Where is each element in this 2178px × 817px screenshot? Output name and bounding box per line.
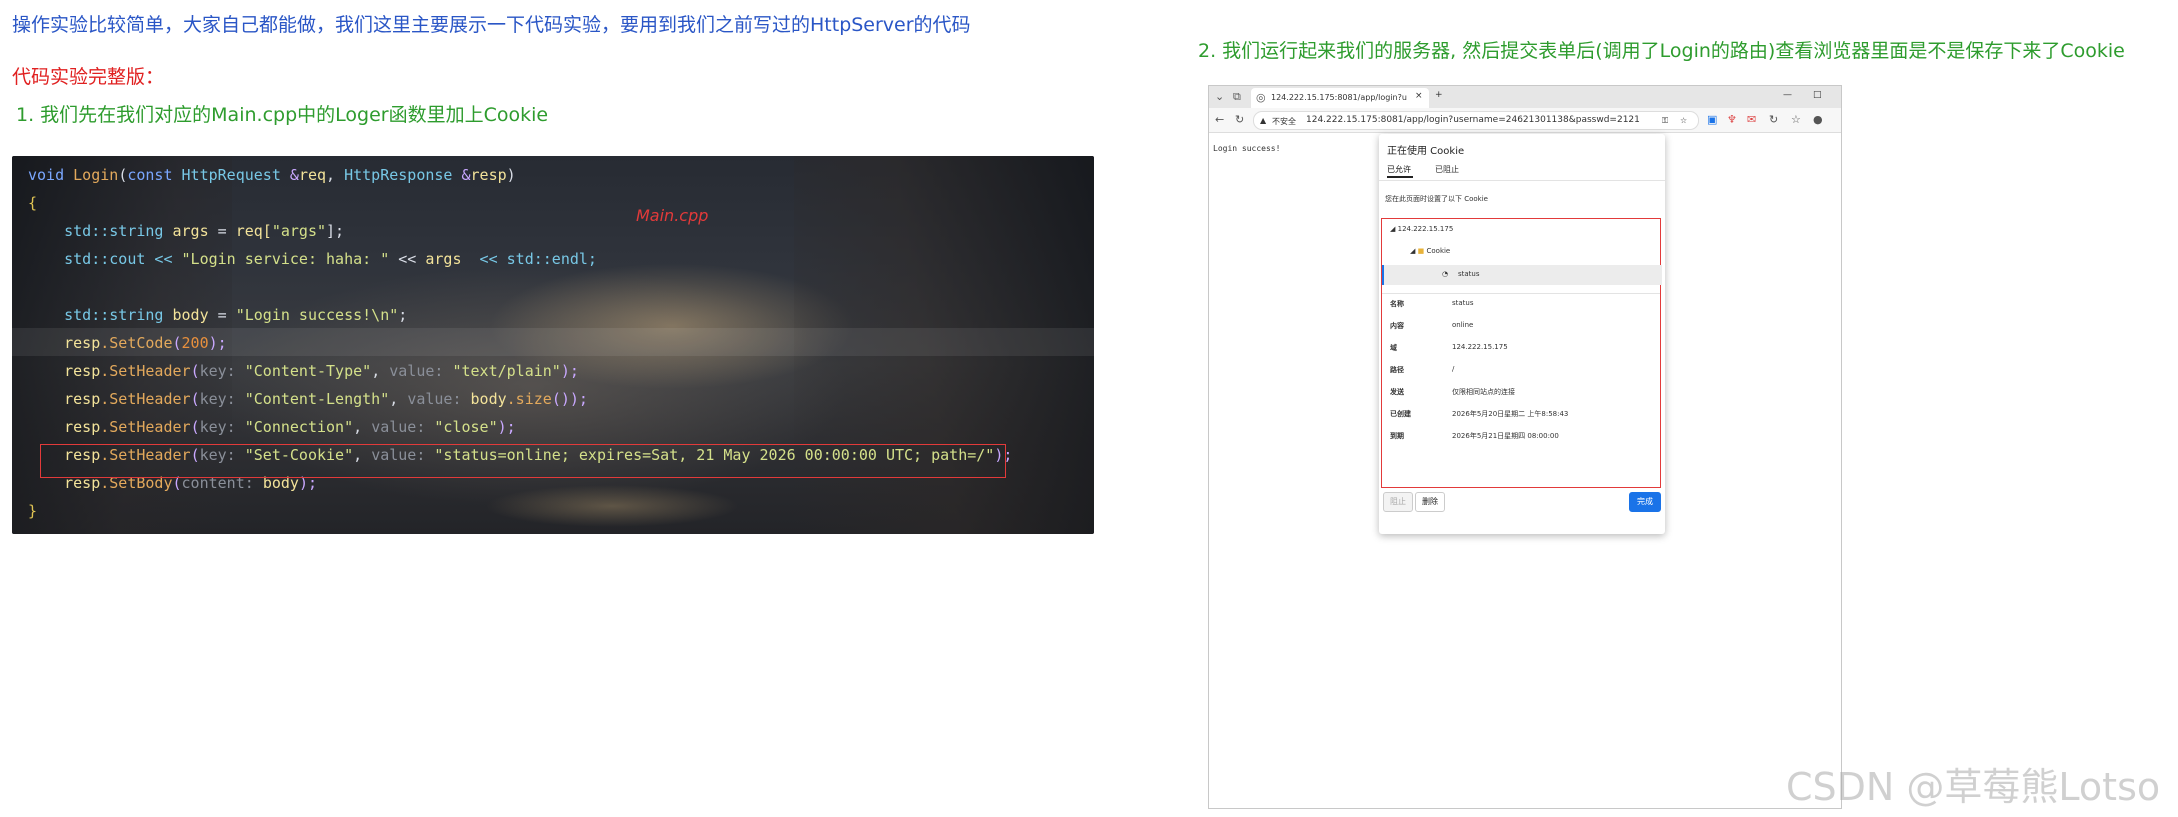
tab-bar: ⌄ ⧉ ◎ 124.222.15.175:8081/app/login?u × … [1209, 86, 1841, 108]
cookie-detail-row: 域 124.222.15.175 [1390, 343, 1652, 359]
cookie-detail-row: 名称 status [1390, 299, 1652, 315]
delete-button[interactable]: 删除 [1415, 492, 1445, 512]
tree-host[interactable]: ◢ 124.222.15.175 [1390, 225, 1453, 233]
tab-actions-icon[interactable]: ⧉ [1233, 91, 1241, 102]
cookie-detail-value: 2026年5月21日星期四 08:00:00 [1452, 432, 1559, 440]
extension3-icon[interactable]: ✉ [1747, 114, 1756, 125]
set-cookie-highlight-box [40, 444, 1006, 478]
cookie-detail-value: status [1452, 299, 1474, 307]
globe-icon: ◎ [1256, 91, 1266, 104]
extension-icon[interactable]: ▣ [1707, 114, 1717, 125]
key-icon[interactable]: ⚿ [1662, 116, 1668, 126]
section-title: 代码实验完整版： [12, 66, 165, 88]
browser-window: ⌄ ⧉ ◎ 124.222.15.175:8081/app/login?u × … [1208, 85, 1842, 809]
step1-text: 1. 我们先在我们对应的Main.cpp中的Loger函数里加上Cookie [16, 104, 549, 126]
tab-close-icon[interactable]: × [1415, 91, 1423, 101]
cookie-detail-value: 2026年5月20日星期二 上午8:58:43 [1452, 410, 1569, 418]
cookie-detail-row: 已创建 2026年5月20日星期二 上午8:58:43 [1390, 409, 1652, 425]
cookie-detail-row: 内容 online [1390, 321, 1652, 337]
popup-description: 您在此页面时设置了以下 Cookie [1385, 195, 1488, 203]
new-tab-button[interactable]: + [1435, 90, 1443, 100]
cookie-icon: ◔ [1442, 270, 1449, 278]
address-bar[interactable]: ▲ 不安全 124.222.15.175:8081/app/login?user… [1253, 111, 1699, 130]
cookie-tree-highlight-box: ◢ 124.222.15.175 ◢ ■ Cookie ◔ status 名称 s… [1381, 218, 1662, 488]
star-icon[interactable]: ☆ [1680, 116, 1687, 125]
tab-list-icon[interactable]: ⌄ [1215, 91, 1224, 102]
tree-folder[interactable]: ◢ ■ Cookie [1410, 247, 1450, 255]
intro-text: 操作实验比较简单，大家自己都能做，我们这里主要展示一下代码实验，要用到我们之前写… [12, 14, 971, 36]
address-toolbar: ← ↻ ▲ 不安全 124.222.15.175:8081/app/login?… [1209, 108, 1841, 133]
code-line-1: void Login(const HttpRequest &req, HttpR… [28, 166, 516, 184]
folder-icon: ■ [1417, 247, 1425, 255]
tab-allowed-underline [1387, 176, 1413, 178]
block-button[interactable]: 阻止 [1383, 492, 1413, 512]
extension2-icon[interactable]: ♆ [1727, 114, 1737, 125]
back-icon[interactable]: ← [1215, 114, 1224, 125]
code-line-10: resp.SetHeader(key: "Connection", value:… [64, 418, 516, 436]
step2-text: 2. 我们运行起来我们的服务器, 然后提交表单后(调用了Login的路由)查看浏… [1198, 40, 2125, 62]
sync-icon[interactable]: ↻ [1769, 114, 1778, 125]
popup-title: 正在使用 Cookie [1387, 146, 1465, 157]
tab-allowed[interactable]: 已允许 [1387, 164, 1411, 175]
csdn-watermark: CSDN @草莓熊Lotso [1786, 765, 2161, 809]
cookie-detail-row: 路径 / [1390, 365, 1652, 381]
cookie-popup: 正在使用 Cookie 已允许 已阻止 您在此页面时设置了以下 Cookie ◢… [1379, 134, 1665, 534]
cookie-detail-key: 域 [1390, 344, 1397, 352]
tab-blocked[interactable]: 已阻止 [1435, 164, 1459, 175]
code-line-13: } [28, 502, 38, 520]
cookie-detail-key: 发送 [1390, 388, 1404, 396]
tab-title: 124.222.15.175:8081/app/login?u [1271, 93, 1407, 102]
page-content-text: Login success! [1213, 144, 1281, 153]
cookie-detail-key: 名称 [1390, 300, 1404, 308]
cookie-detail-row: 发送 仅限相同站点的连接 [1390, 387, 1652, 403]
refresh-icon[interactable]: ↻ [1235, 114, 1244, 125]
cookie-detail-key: 路径 [1390, 366, 1404, 374]
code-line-4: std::cout << "Login service: haha: " << … [28, 250, 597, 268]
code-line-3: std::string args = req["args"]; [28, 222, 345, 240]
favorites-icon[interactable]: ☆ [1791, 114, 1801, 125]
code-line-7: resp.SetCode(200); [64, 334, 227, 352]
cookie-detail-row: 到期 2026年5月21日星期四 08:00:00 [1390, 431, 1652, 447]
cookie-detail-value: online [1452, 321, 1474, 329]
cookie-detail-value: 仅限相同站点的连接 [1452, 388, 1515, 396]
tree-item-status[interactable]: ◔ status [1382, 265, 1662, 285]
cookie-detail-value: 124.222.15.175 [1452, 343, 1508, 351]
code-line-8: resp.SetHeader(key: "Content-Type", valu… [64, 362, 579, 380]
cookie-detail-key: 到期 [1390, 432, 1404, 440]
done-button[interactable]: 完成 [1629, 492, 1661, 512]
avatar[interactable]: ● [1813, 114, 1823, 125]
cookie-detail-key: 内容 [1390, 322, 1404, 330]
main-cpp-annotation: Main.cpp [636, 206, 709, 225]
expand-triangle-icon: ◢ [1410, 247, 1416, 255]
cookie-detail-key: 已创建 [1390, 410, 1411, 418]
code-line-2: { [28, 194, 38, 212]
code-line-9: resp.SetHeader(key: "Content-Length", va… [64, 390, 588, 408]
active-tab[interactable]: ◎ 124.222.15.175:8081/app/login?u × [1251, 88, 1429, 108]
code-line-6: std::string body = "Login success!\n"; [28, 306, 408, 324]
expand-triangle-icon: ◢ [1390, 225, 1396, 233]
minimize-button[interactable]: — [1783, 90, 1792, 100]
warning-icon: ▲ [1260, 116, 1267, 125]
maximize-button[interactable]: □ [1813, 90, 1822, 100]
insecure-label: 不安全 [1272, 117, 1296, 126]
url-text: 124.222.15.175:8081/app/login?username=2… [1306, 115, 1640, 125]
cookie-detail-value: / [1452, 365, 1455, 373]
